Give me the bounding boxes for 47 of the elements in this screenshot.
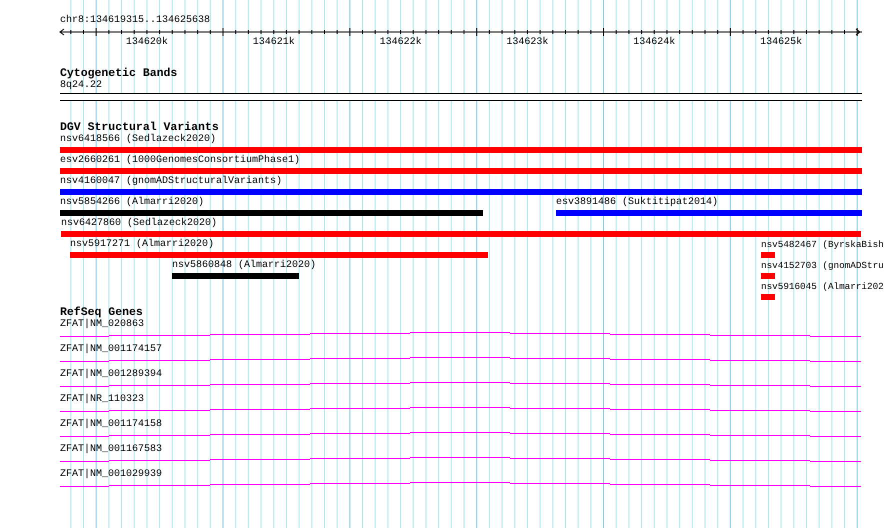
variant-bar[interactable] [761, 273, 775, 279]
gene-label: ZFAT|NM_001174158 [60, 419, 162, 431]
tick-label: 134620k [126, 37, 168, 48]
gene-model[interactable] [60, 382, 862, 387]
variant-label: nsv6418566 (Sedlazeck2020) [60, 134, 216, 146]
variant-bar[interactable] [60, 168, 862, 174]
tick-label: 134625k [760, 37, 802, 48]
variant-bar[interactable] [70, 252, 488, 258]
gene-model[interactable] [60, 457, 862, 462]
variant-label: nsv5917271 (Almarri2020) [70, 239, 214, 251]
variant-bar[interactable] [60, 189, 862, 195]
gene-model[interactable] [60, 407, 862, 412]
gene-label: ZFAT|NR_110323 [60, 394, 144, 406]
variant-label: esv2660261 (1000GenomesConsortiumPhase1) [60, 155, 300, 167]
gene-label: ZFAT|NM_001167583 [60, 444, 162, 456]
track-title: DGV Structural Variants [60, 122, 219, 134]
gene-label: ZFAT|NM_001289394 [60, 369, 162, 381]
gene-label: ZFAT|NM_020863 [60, 319, 144, 331]
track-title: RefSeq Genes [60, 307, 143, 319]
variant-label: nsv5482467 (ByrskaBish [761, 239, 884, 251]
gene-model[interactable] [60, 482, 862, 487]
gene-model[interactable] [60, 432, 862, 437]
variant-label: nsv4152703 (gnomADStru [761, 260, 884, 272]
region-label: chr8:134619315..134625638 [60, 15, 210, 27]
variant-bar[interactable] [761, 252, 775, 258]
variant-label: esv3891486 (Suktitipat2014) [556, 197, 718, 209]
variant-label: nsv5854266 (Almarri2020) [60, 197, 204, 209]
track-title: Cytogenetic Bands [60, 68, 178, 80]
variant-label: nsv5860848 (Almarri2020) [172, 260, 316, 272]
tick-label: 134624k [633, 37, 676, 48]
tick-label: 134621k [252, 37, 295, 48]
variant-label: nsv6427860 (Sedlazeck2020) [61, 218, 218, 230]
gene-label: ZFAT|NM_001029939 [60, 469, 162, 481]
gene-model[interactable] [60, 357, 862, 362]
tick-label: 134623k [506, 37, 548, 48]
variant-bar[interactable] [761, 294, 775, 300]
variant-bar[interactable] [60, 210, 483, 216]
variant-bar[interactable] [172, 273, 299, 279]
gene-label: ZFAT|NM_001174157 [60, 344, 162, 356]
variant-bar[interactable] [61, 231, 861, 237]
tick-label: 134622k [380, 37, 422, 48]
variant-label: nsv5916045 (Almarri202 [761, 281, 884, 293]
gene-model[interactable] [60, 332, 862, 337]
variant-bar[interactable] [60, 147, 862, 153]
variant-bar[interactable] [556, 210, 862, 216]
variant-label: nsv4160047 (gnomADStructuralVariants) [60, 176, 282, 188]
band-label: 8q24.22 [60, 80, 102, 92]
